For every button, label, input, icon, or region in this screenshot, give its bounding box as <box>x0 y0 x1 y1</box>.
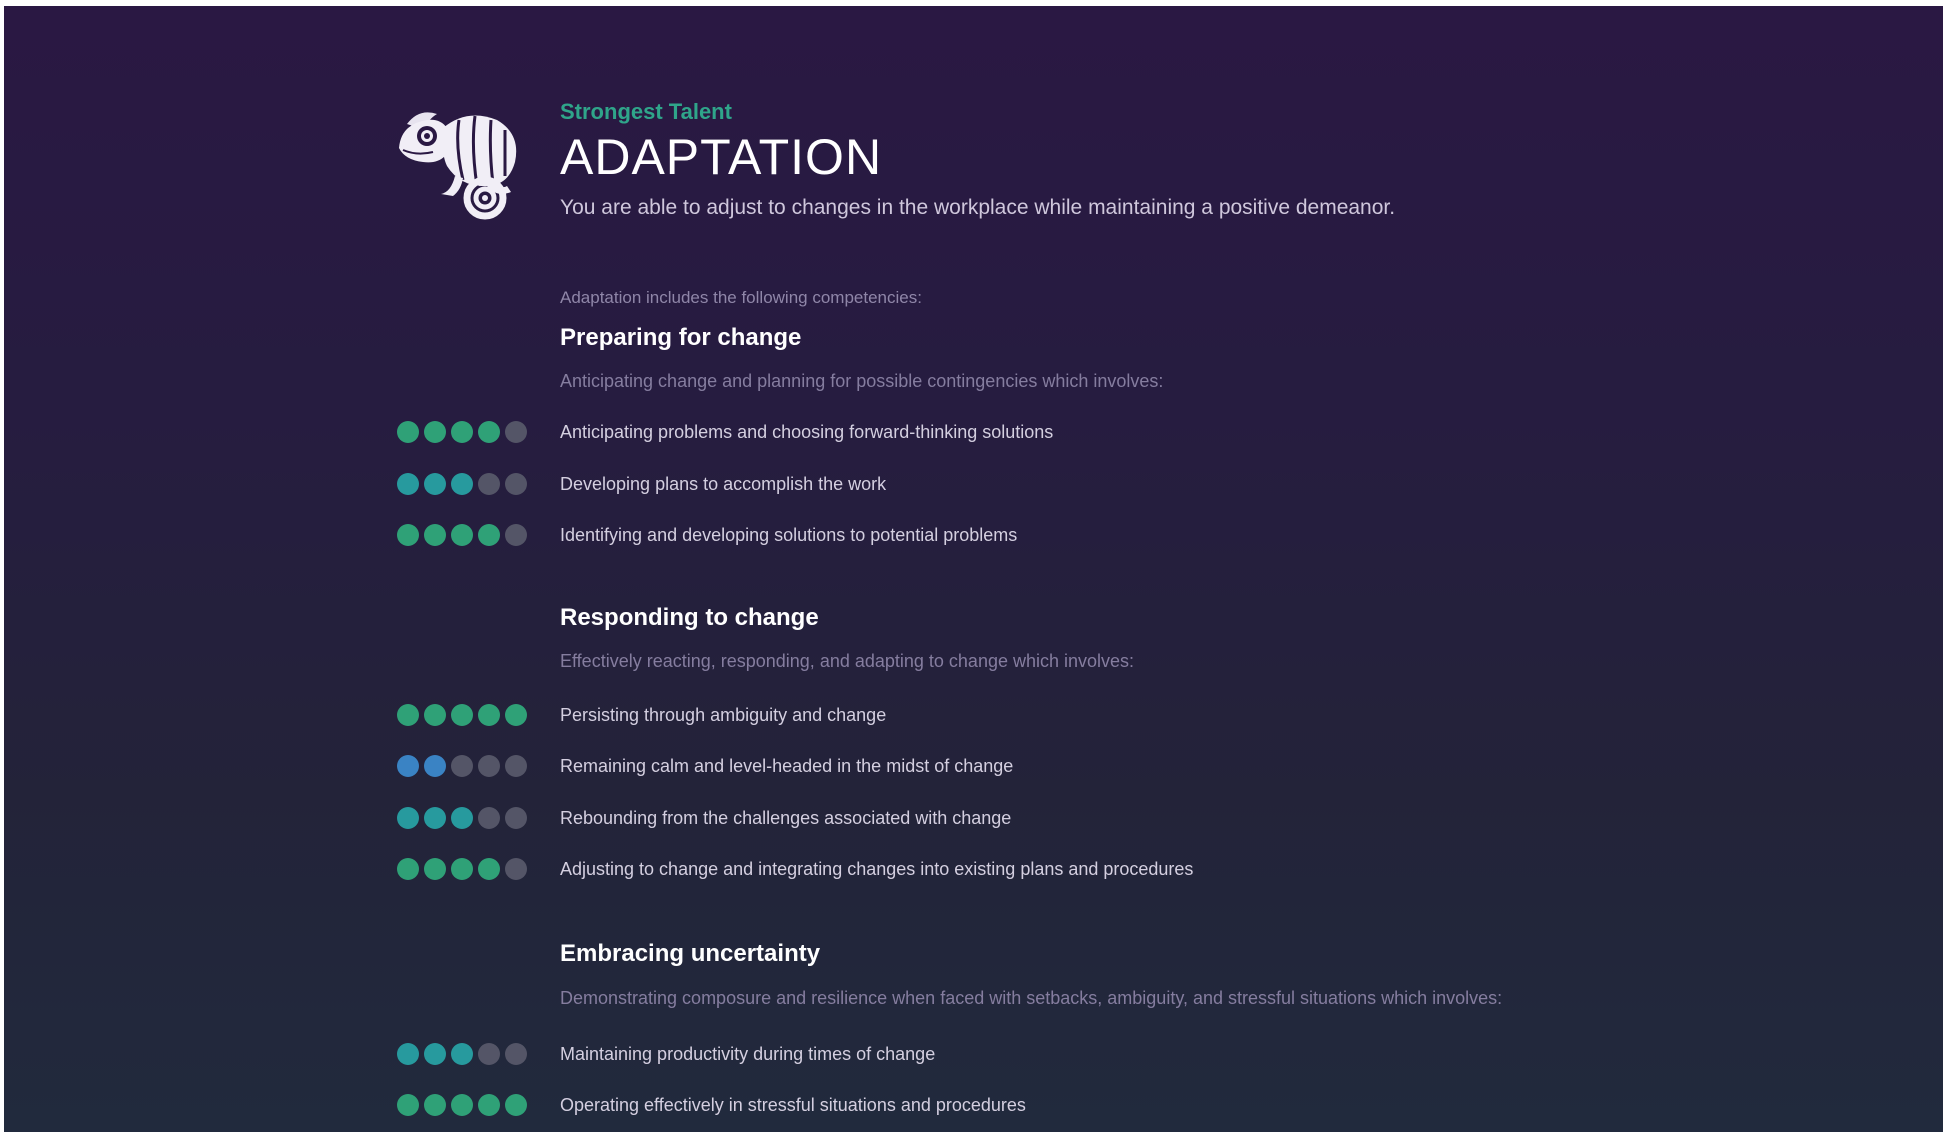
rating-dots <box>397 807 534 829</box>
rating-dot-empty <box>505 473 527 495</box>
competency-label: Remaining calm and level-headed in the m… <box>560 756 1014 776</box>
rating-dot-filled <box>424 1094 446 1116</box>
rating-dot-filled <box>451 704 473 726</box>
rating-dot-empty <box>478 755 500 777</box>
rating-dots <box>397 421 534 443</box>
rating-dot-filled <box>478 704 500 726</box>
competency-row: Rebounding from the challenges associate… <box>397 806 1011 830</box>
rating-dot-filled <box>397 524 419 546</box>
rating-dot-filled <box>397 704 419 726</box>
rating-dot-empty <box>505 421 527 443</box>
competency-row: Persisting through ambiguity and change <box>397 703 886 727</box>
competency-label: Rebounding from the challenges associate… <box>560 808 1012 828</box>
competency-label: Operating effectively in stressful situa… <box>560 1095 1026 1115</box>
rating-dot-filled <box>478 858 500 880</box>
talent-eyebrow: Strongest Talent <box>560 99 732 124</box>
competency-label: Persisting through ambiguity and change <box>560 705 887 725</box>
rating-dots <box>397 755 534 777</box>
rating-dots <box>397 1094 534 1116</box>
rating-dot-empty <box>505 755 527 777</box>
competency-row: Remaining calm and level-headed in the m… <box>397 754 1013 778</box>
section-description: Effectively reacting, responding, and ad… <box>560 651 1135 671</box>
talent-title: ADAPTATION <box>560 129 883 185</box>
rating-dots <box>397 473 534 495</box>
rating-dot-filled <box>424 421 446 443</box>
competency-row: Developing plans to accomplish the work <box>397 472 886 496</box>
rating-dot-filled <box>451 858 473 880</box>
section-title: Embracing uncertainty <box>560 940 821 967</box>
rating-dot-filled <box>424 858 446 880</box>
rating-dots <box>397 1043 534 1065</box>
competency-label: Maintaining productivity during times of… <box>560 1044 936 1064</box>
rating-dot-empty <box>505 858 527 880</box>
rating-dot-filled <box>424 807 446 829</box>
rating-dots <box>397 704 534 726</box>
rating-dot-filled <box>478 421 500 443</box>
rating-dot-filled <box>505 704 527 726</box>
report-page: Strongest Talent ADAPTATION You are able… <box>4 6 1943 1132</box>
rating-dot-empty <box>505 1043 527 1065</box>
rating-dot-filled <box>478 524 500 546</box>
competency-label: Developing plans to accomplish the work <box>560 474 887 494</box>
competency-row: Maintaining productivity during times of… <box>397 1042 935 1066</box>
competency-label: Adjusting to change and integrating chan… <box>560 859 1194 879</box>
rating-dot-filled <box>451 473 473 495</box>
rating-dot-filled <box>424 473 446 495</box>
competency-label: Anticipating problems and choosing forwa… <box>560 422 1054 442</box>
rating-dot-filled <box>397 858 419 880</box>
rating-dot-filled <box>424 704 446 726</box>
chameleon-icon <box>399 112 517 220</box>
rating-dot-empty <box>505 524 527 546</box>
section-description: Anticipating change and planning for pos… <box>560 371 1164 391</box>
rating-dot-filled <box>424 1043 446 1065</box>
rating-dots <box>397 524 534 546</box>
rating-dot-filled <box>451 421 473 443</box>
rating-dots <box>397 858 534 880</box>
rating-dot-filled <box>397 755 419 777</box>
competency-row: Anticipating problems and choosing forwa… <box>397 420 1053 444</box>
competency-label: Identifying and developing solutions to … <box>560 525 1018 545</box>
rating-dot-filled <box>397 1094 419 1116</box>
talent-description: You are able to adjust to changes in the… <box>560 196 1396 219</box>
rating-dot-empty <box>505 807 527 829</box>
rating-dot-filled <box>451 807 473 829</box>
rating-dot-filled <box>397 421 419 443</box>
rating-dot-empty <box>451 755 473 777</box>
rating-dot-filled <box>424 755 446 777</box>
talent-header: Strongest Talent ADAPTATION You are able… <box>560 98 1860 222</box>
rating-dot-filled <box>478 1094 500 1116</box>
section-description: Demonstrating composure and resilience w… <box>560 988 1503 1008</box>
section-title: Preparing for change <box>560 324 802 351</box>
rating-dot-filled <box>451 1043 473 1065</box>
rating-dot-filled <box>397 1043 419 1065</box>
competencies-intro: Adaptation includes the following compet… <box>560 288 922 307</box>
rating-dot-filled <box>451 524 473 546</box>
rating-dot-empty <box>478 1043 500 1065</box>
competency-row: Identifying and developing solutions to … <box>397 523 1017 547</box>
rating-dot-filled <box>397 473 419 495</box>
rating-dot-filled <box>451 1094 473 1116</box>
section-title: Responding to change <box>560 604 819 631</box>
rating-dot-filled <box>397 807 419 829</box>
rating-dot-filled <box>424 524 446 546</box>
competency-row: Adjusting to change and integrating chan… <box>397 857 1193 881</box>
rating-dot-empty <box>478 473 500 495</box>
rating-dot-empty <box>478 807 500 829</box>
competency-row: Operating effectively in stressful situa… <box>397 1093 1026 1117</box>
rating-dot-filled <box>505 1094 527 1116</box>
